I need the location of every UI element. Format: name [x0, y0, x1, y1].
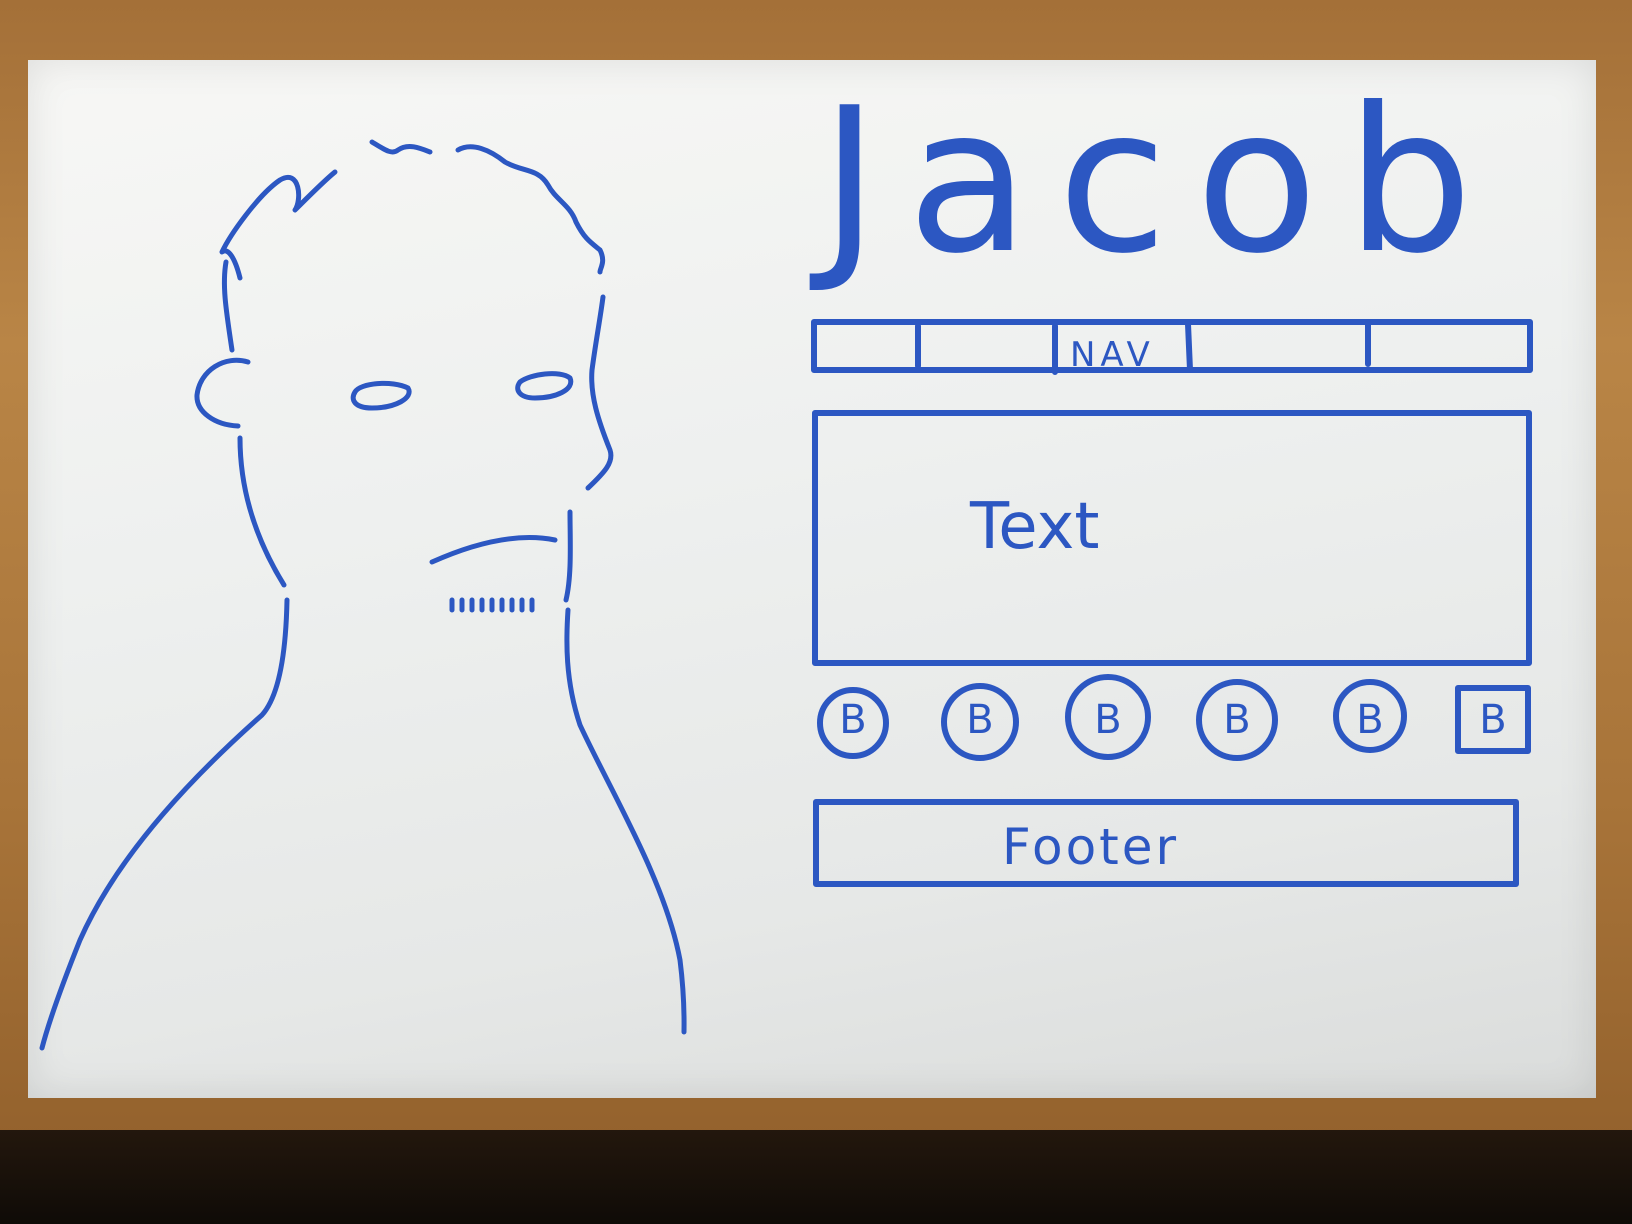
- nav-bar: [811, 319, 1533, 373]
- mouth: [429, 535, 558, 565]
- left-ear: [194, 357, 251, 429]
- goatee-squiggle: [449, 597, 535, 613]
- wireframe-sketch: [811, 319, 1533, 887]
- button-label-2: B: [966, 697, 994, 743]
- face-left-cheek: [237, 435, 287, 588]
- text-panel-label: Text: [970, 490, 1100, 564]
- whiteboard-photo: Jacob NAV Text Footer B B B B B B: [0, 0, 1632, 1224]
- right-eye: [515, 371, 574, 401]
- neck-left: [39, 597, 290, 1051]
- text-panel: [812, 410, 1532, 666]
- button-label-3: B: [1094, 697, 1122, 743]
- portrait-sketch: [39, 139, 687, 1051]
- left-eye: [350, 380, 412, 411]
- nav-label: NAV: [1070, 335, 1155, 375]
- page-title: Jacob: [820, 65, 1501, 298]
- hair-outline: [219, 139, 606, 281]
- button-label-1: B: [839, 697, 867, 743]
- head-left-side: [221, 259, 235, 353]
- neck-right: [564, 607, 687, 1035]
- jaw-right: [563, 509, 573, 603]
- head-right-side: [585, 294, 614, 491]
- button-label-5: B: [1356, 697, 1384, 743]
- button-label-6: B: [1479, 697, 1507, 743]
- footer-label: Footer: [1002, 818, 1180, 876]
- button-label-4: B: [1223, 697, 1251, 743]
